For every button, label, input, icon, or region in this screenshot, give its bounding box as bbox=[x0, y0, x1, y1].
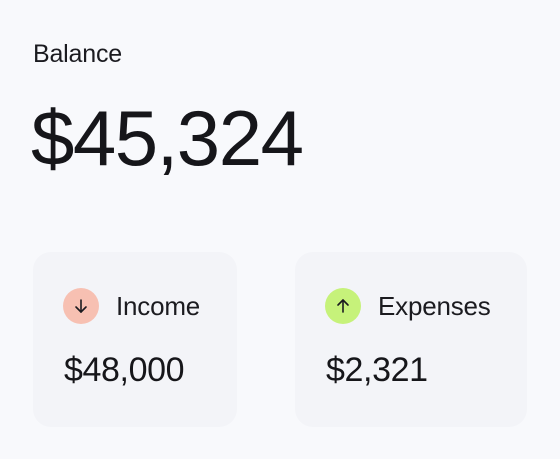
arrow-up-icon bbox=[325, 288, 361, 324]
balance-card: Balance $45,324 Income $48,000 Expenses … bbox=[0, 0, 560, 459]
income-label: Income bbox=[116, 291, 201, 321]
income-stat-card[interactable]: Income $48,000 bbox=[33, 252, 237, 427]
income-value: $48,000 bbox=[64, 351, 185, 389]
expenses-value: $2,321 bbox=[326, 351, 428, 389]
balance-label: Balance bbox=[33, 40, 122, 68]
arrow-down-icon bbox=[63, 288, 99, 324]
balance-amount: $45,324 bbox=[31, 94, 304, 182]
expenses-stat-card[interactable]: Expenses $2,321 bbox=[295, 252, 527, 427]
expenses-label: Expenses bbox=[378, 291, 491, 321]
